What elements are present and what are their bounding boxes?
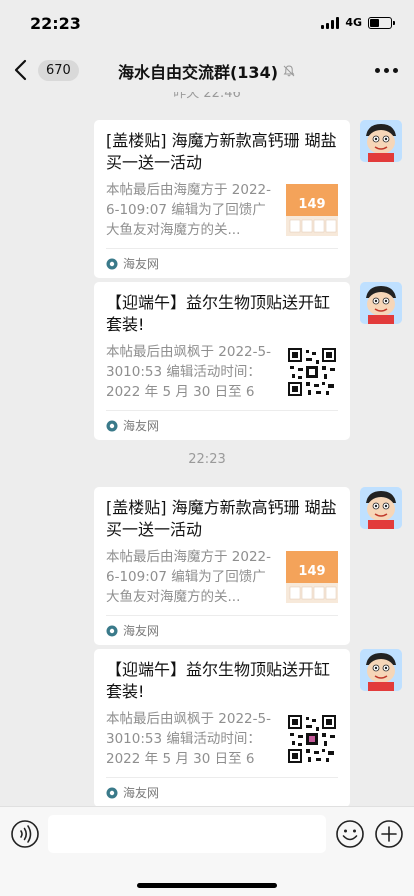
battery-level [370, 18, 379, 27]
source-logo-icon [106, 787, 118, 798]
card-description: 本帖最后由飒枫于 2022-5-3010:53 编辑活动时间：2022 年 5 … [106, 344, 271, 400]
home-indicator[interactable] [137, 883, 277, 888]
source-logo-icon [106, 258, 118, 269]
promo-price: 149 [298, 564, 325, 579]
source-logo-icon [106, 625, 118, 636]
card-source: 海友网 [106, 615, 338, 645]
card-title: 【迎端午】益尔生物顶贴送开缸套装! [106, 660, 331, 701]
card-source: 海友网 [106, 410, 338, 440]
source-logo-icon [106, 420, 118, 431]
status-time: 22:23 [30, 14, 81, 33]
mute-bell-icon [283, 65, 295, 77]
product-promo-thumbnail: 149 [286, 184, 338, 236]
avatar[interactable] [360, 487, 402, 529]
qr-code-thumbnail [286, 346, 338, 398]
qr-code-thumbnail [286, 713, 338, 765]
link-card[interactable]: 【迎端午】益尔生物顶贴送开缸套装! 本帖最后由飒枫于 2022-5-3010:5… [94, 649, 350, 806]
timestamp: 昨天 22:46 [173, 92, 241, 101]
more-options-button[interactable] [375, 60, 398, 80]
card-description: 本帖最后由飒枫于 2022-5-3010:53 编辑活动时间：2022 年 5 … [106, 711, 271, 767]
card-description: 本帖最后由海魔方于 2022-6-109:07 编辑为了回馈广大鱼友对海魔方的关… [106, 182, 272, 238]
card-source-label: 海友网 [123, 624, 160, 638]
emoji-button[interactable] [335, 819, 365, 849]
chat-title: 海水自由交流群(134) [117, 63, 279, 82]
card-source-label: 海友网 [123, 419, 160, 433]
card-title: 【迎端午】益尔生物顶贴送开缸套装! [106, 293, 331, 334]
more-dot [393, 67, 398, 73]
battery-icon [368, 16, 395, 29]
link-card[interactable]: [盖楼贴] 海魔方新款高钙珊 瑚盐买一送一活动 本帖最后由海魔方于 2022-6… [94, 120, 350, 278]
message-input[interactable] [48, 815, 326, 853]
card-source: 海友网 [106, 248, 338, 278]
link-card[interactable]: [盖楼贴] 海魔方新款高钙珊 瑚盐买一送一活动 本帖最后由海魔方于 2022-6… [94, 487, 350, 645]
avatar[interactable] [360, 282, 402, 324]
chat-header: 670 海水自由交流群(134) [0, 48, 414, 92]
more-dot [384, 67, 389, 73]
message-input-bar [0, 806, 414, 896]
status-bar: 22:23 4G [0, 0, 414, 48]
avatar[interactable] [360, 649, 402, 691]
card-description: 本帖最后由海魔方于 2022-6-109:07 编辑为了回馈广大鱼友对海魔方的关… [106, 549, 272, 605]
signal-icon [321, 16, 340, 29]
plus-button[interactable] [374, 819, 404, 849]
status-indicators: 4G [321, 16, 395, 29]
more-dots-icon [375, 67, 380, 73]
card-title: [盖楼贴] 海魔方新款高钙珊 瑚盐买一送一活动 [106, 131, 337, 172]
voice-icon [11, 820, 39, 848]
timestamp: 22:23 [188, 452, 226, 467]
product-promo-thumbnail: 149 [286, 551, 338, 603]
emoji-icon [336, 820, 364, 848]
link-card[interactable]: 【迎端午】益尔生物顶贴送开缸套装! 本帖最后由飒枫于 2022-5-3010:5… [94, 282, 350, 440]
card-source-label: 海友网 [123, 786, 160, 800]
chat-messages[interactable]: 昨天 22:46 [盖楼贴] 海魔方新款高钙珊 瑚盐买一送一活动 本帖最后由海魔… [0, 92, 414, 806]
promo-price: 149 [298, 197, 325, 212]
plus-icon [375, 820, 403, 848]
avatar[interactable] [360, 120, 402, 162]
card-source: 海友网 [106, 777, 338, 806]
chat-title-wrap[interactable]: 海水自由交流群(134) [0, 59, 414, 83]
card-title: [盖楼贴] 海魔方新款高钙珊 瑚盐买一送一活动 [106, 498, 337, 539]
network-label: 4G [345, 16, 362, 29]
card-source-label: 海友网 [123, 257, 160, 271]
voice-button[interactable] [10, 819, 40, 849]
